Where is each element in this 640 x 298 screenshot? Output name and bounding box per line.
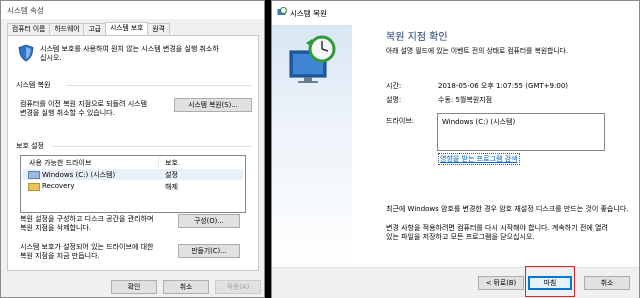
time-value: 2018-05-06 오후 1:07:55 (GMT+9:00) [438, 82, 569, 90]
tab-system-protection[interactable]: 시스템 보호 [104, 22, 149, 35]
drives-label: 드라이브: [386, 117, 415, 125]
divider [53, 146, 252, 147]
drive-status: 해제 [165, 183, 178, 191]
folder-icon [28, 183, 40, 191]
tab-remote[interactable]: 원격 [147, 23, 170, 35]
window-title: 시스템 복원 [290, 9, 327, 18]
restart-note-line-2: 있는 파일을 저장하고 모든 프로그램을 닫으십시오. [386, 233, 535, 241]
configure-button[interactable]: 구성(O)... [178, 214, 240, 228]
window-title: 시스템 속성 [7, 6, 44, 15]
drive-status: 설정 [165, 171, 178, 179]
time-label: 시간: [386, 82, 402, 90]
tab-strip: 컴퓨터 이름 하드웨어 고급 시스템 보호 원격 [7, 22, 170, 35]
divider [66, 85, 252, 86]
monitor-clock-icon [284, 33, 340, 89]
description-text: 아래 설명 필드에 있는 이벤트 전의 상태로 컴퓨터를 복원합니다. [386, 47, 569, 55]
shield-icon [18, 44, 34, 62]
drive-list[interactable]: 사용 가능한 드라이브 보호 Windows (C:) (시스템) 설정 Rec… [20, 155, 246, 213]
title-bar: 시스템 속성 [1, 1, 264, 19]
col-divider [158, 156, 159, 167]
drive-row[interactable]: Recovery 해제 [22, 181, 243, 192]
create-desc-line-2: 복원 지점을 지금 만듭니다. [20, 252, 100, 260]
system-restore-window: 시스템 복원 복원 지점 확인 아래 설명 필드에 있는 이벤트 전의 상태로 … [271, 0, 640, 298]
system-protection-panel: 시스템 보호를 사용하여 원치 않는 시스템 변경을 실행 취소하 십시오. 시… [7, 35, 259, 271]
password-note: 최근에 Windows 암호를 변경한 경우 암호 재설정 디스크를 만드는 것… [386, 205, 629, 213]
apply-button: 적용(A) [215, 280, 261, 294]
col-header-drive[interactable]: 사용 가능한 드라이브 [29, 158, 91, 168]
protection-section-title: 보호 설정 [16, 142, 44, 150]
drive-entry: Windows (C:) (시스템) [442, 118, 516, 126]
system-restore-icon [277, 7, 287, 17]
system-properties-window: 시스템 속성 컴퓨터 이름 하드웨어 고급 시스템 보호 원격 시스템 보호를 … [0, 0, 265, 298]
tab-advanced[interactable]: 고급 [83, 23, 106, 35]
drive-name: Windows (C:) (시스템) [42, 171, 116, 179]
col-header-protection[interactable]: 보호 [165, 158, 178, 168]
restore-section-title: 시스템 복원 [16, 81, 51, 89]
back-button[interactable]: < 뒤로(B) [478, 276, 524, 290]
create-button[interactable]: 만들기(C)... [178, 244, 240, 258]
description-value: 수동: 5월복원지점 [438, 96, 493, 104]
cancel-button[interactable]: 취소 [584, 276, 630, 290]
finish-button[interactable]: 마침 [528, 276, 572, 290]
page-heading: 복원 지점 확인 [386, 32, 448, 43]
restore-desc-line-2: 변경을 실행 취소할 수 있습니다. [20, 109, 115, 117]
drive-name: Recovery [42, 182, 75, 190]
side-banner [272, 25, 352, 267]
cancel-button[interactable]: 취소 [163, 280, 209, 294]
title-bar: 시스템 복원 [272, 1, 639, 25]
drive-row[interactable]: Windows (C:) (시스템) 설정 [22, 169, 243, 180]
tab-hardware[interactable]: 하드웨어 [49, 23, 85, 35]
configure-desc-line-2: 복원 지점을 삭제합니다. [20, 224, 92, 232]
drives-listbox[interactable]: Windows (C:) (시스템) [437, 113, 605, 151]
ok-button[interactable]: 확인 [111, 280, 157, 294]
intro-text-line-2: 십시오. [40, 54, 62, 62]
tab-computer-name[interactable]: 컴퓨터 이름 [7, 23, 51, 35]
system-restore-button[interactable]: 시스템 복원(S)... [174, 98, 252, 112]
scan-affected-programs-link[interactable]: 영향을 받는 프로그램 검색 [438, 153, 520, 165]
description-label: 설명: [386, 96, 402, 104]
drive-icon [28, 171, 40, 179]
